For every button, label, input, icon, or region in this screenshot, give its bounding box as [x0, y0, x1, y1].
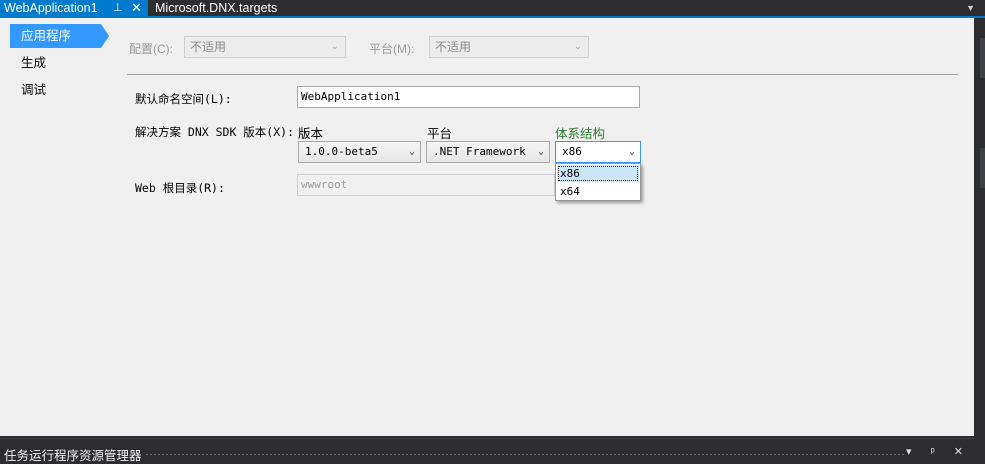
tab-dropdown-icon[interactable]: ▼	[966, 0, 975, 16]
panel-divider	[0, 438, 975, 439]
platform-column-header: 平台	[427, 127, 453, 141]
architecture-dropdown[interactable]: x86 ⌄	[555, 141, 641, 163]
sdk-platform-dropdown[interactable]: .NET Framework ⌄	[426, 141, 550, 163]
separator	[127, 74, 958, 75]
configuration-dropdown[interactable]: 不适用 ⌄	[184, 36, 346, 58]
close-icon[interactable]: ✕	[131, 0, 142, 16]
sdk-platform-value: .NET Framework	[433, 145, 526, 158]
web-root-label: Web 根目录(R):	[135, 181, 225, 195]
tab-microsoft-dnx-targets[interactable]: Microsoft.DNX.targets	[155, 0, 277, 16]
panel-title: 任务运行程序资源管理器	[4, 449, 142, 463]
chevron-down-icon: ⌄	[408, 146, 415, 157]
sidebar-item-build[interactable]: 生成	[10, 51, 111, 75]
panel-grip[interactable]	[145, 453, 905, 456]
side-tab[interactable]	[980, 148, 985, 188]
task-runner-panel-header: 任务运行程序资源管理器 ▾ ᵖ ✕	[0, 436, 985, 463]
sdk-version-value: 1.0.0-beta5	[305, 145, 378, 158]
default-namespace-input[interactable]: WebApplication1	[297, 86, 640, 108]
configuration-value: 不适用	[190, 40, 227, 54]
chevron-down-icon: ⌄	[573, 41, 582, 52]
properties-sidebar: 应用程序 生成 调试	[0, 18, 118, 436]
architecture-options-list: x86 x64	[555, 163, 641, 201]
architecture-column-header: 体系结构	[555, 127, 606, 141]
chevron-down-icon: ⌄	[628, 146, 635, 157]
pin-icon[interactable]: ⊥	[113, 0, 123, 16]
web-root-input[interactable]: wwwroot	[297, 174, 555, 196]
platform-config-label: 平台(M):	[369, 42, 415, 56]
platform-config-dropdown[interactable]: 不适用 ⌄	[429, 36, 589, 58]
sidebar-item-application[interactable]: 应用程序	[10, 24, 109, 48]
platform-config-value: 不适用	[435, 40, 472, 54]
version-column-header: 版本	[298, 127, 324, 141]
project-properties-page: 应用程序 生成 调试 配置(C): 不适用 ⌄ 平台(M): 不适用 ⌄ 默认命…	[0, 18, 974, 436]
architecture-value: x86	[562, 145, 582, 158]
chevron-down-icon: ⌄	[537, 146, 544, 157]
architecture-option-x64[interactable]: x64	[557, 183, 639, 200]
sdk-version-dropdown[interactable]: 1.0.0-beta5 ⌄	[298, 141, 421, 163]
side-tab[interactable]	[980, 38, 985, 78]
panel-window-buttons[interactable]: ▾ ᵖ ✕	[906, 445, 971, 458]
dnx-sdk-version-label: 解决方案 DNX SDK 版本(X):	[135, 125, 295, 139]
sidebar-item-debug[interactable]: 调试	[10, 78, 111, 102]
tab-label: WebApplication1	[4, 1, 98, 15]
right-side-strip	[974, 18, 985, 436]
tab-webapplication1[interactable]: WebApplication1 ⊥ ✕	[0, 0, 148, 16]
architecture-option-x86[interactable]: x86	[557, 165, 639, 182]
configuration-label: 配置(C):	[129, 42, 173, 56]
document-tab-bar: WebApplication1 ⊥ ✕ Microsoft.DNX.target…	[0, 0, 985, 16]
chevron-down-icon: ⌄	[330, 41, 339, 52]
default-namespace-label: 默认命名空间(L):	[135, 92, 232, 106]
